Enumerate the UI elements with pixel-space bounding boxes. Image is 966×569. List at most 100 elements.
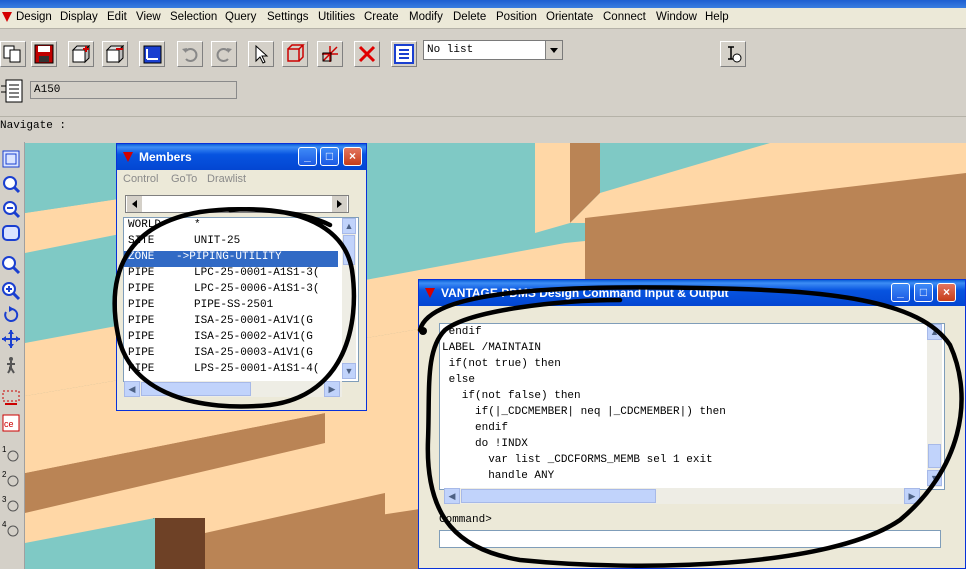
svg-text:3: 3 [2, 495, 7, 504]
output-line: LABEL /MAINTAIN [442, 342, 542, 354]
svg-text:4: 4 [2, 520, 7, 529]
add-to-drawlist-button[interactable] [68, 41, 94, 67]
text-cursor-button[interactable] [720, 41, 746, 67]
select-pointer-button[interactable] [248, 41, 274, 67]
list-item[interactable]: PIPE ISA-25-0002-A1V1(G [124, 331, 338, 347]
members-horizontal-scrollbar[interactable]: ◀ ▶ [124, 381, 342, 397]
clip-icon[interactable]: ce [1, 413, 21, 433]
menu-drawlist[interactable]: Drawlist [207, 173, 246, 185]
menu-modify[interactable]: Modify [409, 11, 443, 23]
rotate-icon[interactable] [1, 305, 21, 325]
navigate-bar [0, 116, 966, 143]
list-item[interactable]: PIPE LPS-25-0001-A1S1-4( [124, 363, 338, 379]
copy-element-button[interactable] [0, 41, 26, 67]
command-output-area[interactable]: endif LABEL /MAINTAIN if(not true) then … [439, 323, 945, 490]
scroll-thumb[interactable] [343, 235, 355, 265]
zoom-limits-icon[interactable] [1, 255, 21, 275]
output-horizontal-scrollbar[interactable]: ◀ ▶ [444, 488, 920, 504]
delete-button[interactable] [354, 41, 380, 67]
menu-query[interactable]: Query [225, 11, 256, 23]
scroll-up-icon[interactable]: ▲ [927, 324, 942, 340]
maximize-button[interactable]: □ [320, 147, 339, 166]
scroll-right-icon[interactable]: ▶ [904, 488, 920, 504]
scroll-down-icon[interactable]: ▼ [342, 363, 356, 379]
zoom-in-icon[interactable] [1, 174, 21, 194]
select-box-button[interactable] [282, 41, 308, 67]
menu-window[interactable]: Window [656, 11, 697, 23]
menu-selection[interactable]: Selection [170, 11, 217, 23]
members-title-bar[interactable]: Members _ □ × [117, 144, 366, 170]
command-input[interactable] [439, 530, 941, 548]
members-list[interactable]: WORLD * SITE UNIT-25 ZONE ->PIPING-UTILITY … [123, 217, 359, 382]
view-2-icon[interactable]: 2 [1, 468, 21, 488]
chevron-down-icon[interactable] [545, 41, 562, 59]
close-button[interactable]: × [937, 283, 956, 302]
menu-edit[interactable]: Edit [107, 11, 127, 23]
walk-icon[interactable] [1, 223, 21, 243]
app-logo-icon [123, 152, 133, 162]
scroll-thumb[interactable] [141, 382, 251, 396]
menu-design[interactable]: Design [16, 11, 52, 23]
row-name: ISA-25-0002-A1V1(G [194, 331, 313, 343]
save-button[interactable] [31, 41, 57, 67]
menu-position[interactable]: Position [496, 11, 537, 23]
scroll-left-icon[interactable]: ◀ [444, 488, 460, 504]
menu-help[interactable]: Help [705, 11, 729, 23]
members-vertical-scrollbar[interactable]: ▲ ▼ [342, 218, 356, 379]
command-title: VANTAGE PDMS Design Command Input & Outp… [441, 286, 729, 300]
menu-delete[interactable]: Delete [453, 11, 486, 23]
list-item-selected[interactable]: ZONE ->PIPING-UTILITY [124, 251, 338, 267]
menu-connect[interactable]: Connect [603, 11, 646, 23]
remove-from-drawlist-button[interactable] [102, 41, 128, 67]
menu-settings[interactable]: Settings [267, 11, 309, 23]
close-button[interactable]: × [343, 147, 362, 166]
list-item[interactable]: SITE UNIT-25 [124, 235, 338, 251]
scroll-up-icon[interactable]: ▲ [342, 218, 356, 234]
list-button[interactable] [391, 41, 417, 67]
view-1-icon[interactable]: 1 [1, 443, 21, 463]
menu-control[interactable]: Control [123, 173, 158, 185]
list-item[interactable]: PIPE LPC-25-0006-A1S1-3( [124, 283, 338, 299]
pan-icon[interactable] [1, 329, 21, 349]
nav-right-arrow-icon[interactable] [332, 196, 347, 212]
menu-view[interactable]: View [136, 11, 161, 23]
menu-orientate[interactable]: Orientate [546, 11, 593, 23]
walk-through-icon[interactable] [1, 355, 21, 375]
zoom-plus-icon[interactable] [1, 281, 21, 301]
undo-button[interactable] [177, 41, 203, 67]
menu-display[interactable]: Display [60, 11, 98, 23]
zoom-out-icon[interactable] [1, 199, 21, 219]
minimize-button[interactable]: _ [298, 147, 317, 166]
menu-create[interactable]: Create [364, 11, 399, 23]
output-line: if(not true) then [442, 358, 561, 370]
scroll-left-icon[interactable]: ◀ [124, 381, 140, 397]
list-item[interactable]: WORLD * [124, 219, 338, 235]
scroll-thumb[interactable] [461, 489, 656, 503]
graphics-view-button[interactable] [139, 41, 165, 67]
element-list-button[interactable] [0, 78, 26, 104]
view-4-icon[interactable]: 4 [1, 518, 21, 538]
list-item[interactable]: PIPE ISA-25-0003-A1V1(G [124, 347, 338, 363]
current-element-field[interactable]: A150 [30, 81, 237, 99]
list-item[interactable]: PIPE PIPE-SS-2501 [124, 299, 338, 315]
scroll-thumb[interactable] [928, 444, 941, 468]
output-vertical-scrollbar[interactable]: ▲ ▼ [927, 324, 942, 487]
redo-button[interactable] [211, 41, 237, 67]
list-select[interactable]: No list [423, 40, 563, 60]
scroll-right-icon[interactable]: ▶ [324, 381, 340, 397]
command-title-bar[interactable]: VANTAGE PDMS Design Command Input & Outp… [419, 280, 965, 306]
list-item[interactable]: PIPE ISA-25-0001-A1V1(G [124, 315, 338, 331]
measure-icon[interactable] [1, 387, 21, 407]
axes-button[interactable] [317, 41, 343, 67]
members-navigator-bar[interactable] [125, 195, 349, 213]
menu-utilities[interactable]: Utilities [318, 11, 355, 23]
view-3-icon[interactable]: 3 [1, 493, 21, 513]
list-item[interactable]: PIPE LPC-25-0001-A1S1-3( [124, 267, 338, 283]
menu-goto[interactable]: GoTo [171, 173, 197, 185]
nav-left-arrow-icon[interactable] [127, 196, 142, 212]
scroll-down-icon[interactable]: ▼ [927, 470, 942, 486]
zoom-window-icon[interactable] [1, 149, 21, 169]
maximize-button[interactable]: □ [914, 283, 933, 302]
minimize-button[interactable]: _ [891, 283, 910, 302]
text-cursor-icon [728, 46, 742, 63]
